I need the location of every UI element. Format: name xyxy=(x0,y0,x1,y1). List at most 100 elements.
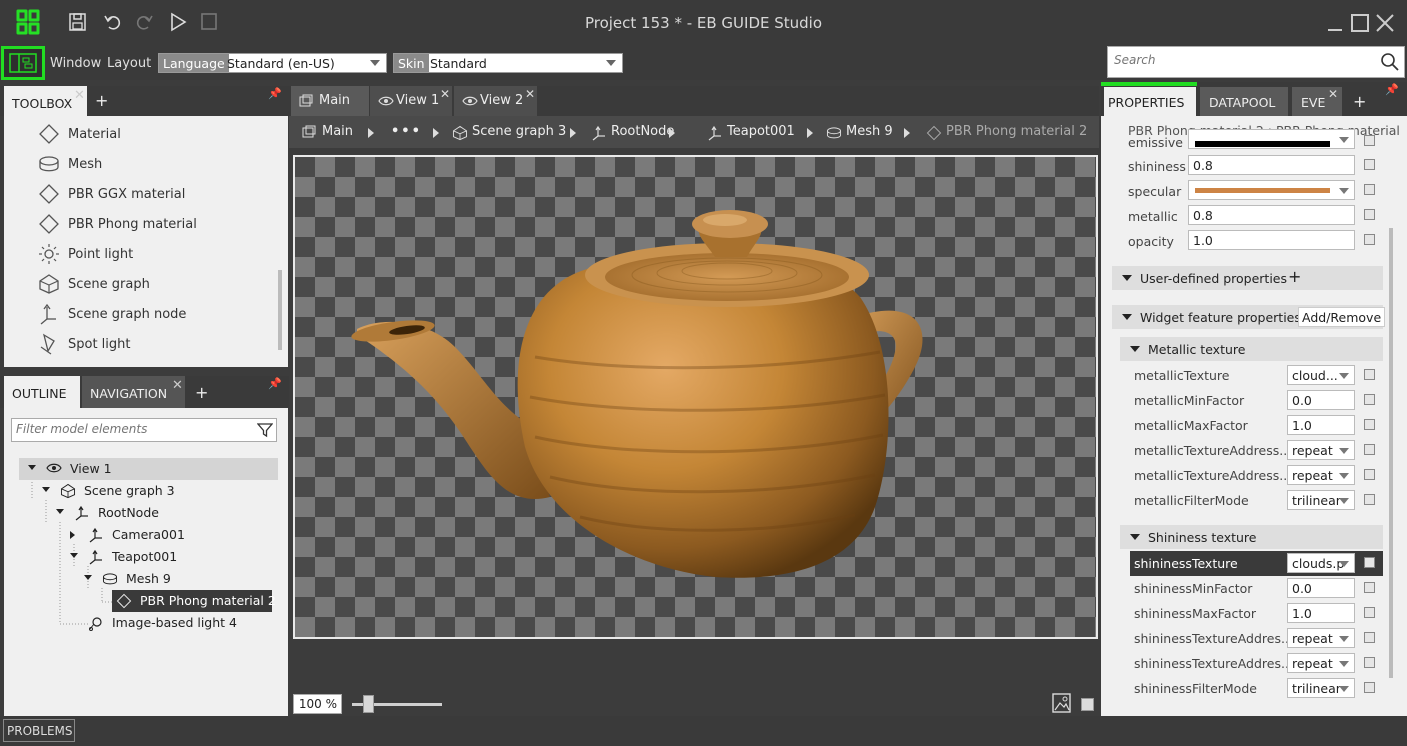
property-dropdown[interactable]: trilinear xyxy=(1287,490,1355,510)
chevron-down-icon[interactable] xyxy=(42,487,50,492)
pin-icon[interactable]: 📌 xyxy=(1385,83,1399,96)
scene-graph-node-icon xyxy=(38,303,60,325)
chevron-down-icon[interactable] xyxy=(84,575,92,580)
toolbox-scrollbar[interactable] xyxy=(278,270,282,350)
property-checkbox[interactable] xyxy=(1364,135,1375,146)
property-checkbox[interactable] xyxy=(1364,419,1375,430)
property-input[interactable]: 1.0 xyxy=(1188,230,1355,250)
property-checkbox[interactable] xyxy=(1364,557,1375,568)
breadcrumb-item[interactable]: Scene graph 3 xyxy=(452,124,576,142)
tree-item[interactable]: Image-based light 4 xyxy=(70,612,260,634)
metallic-texture-section[interactable]: Metallic texture xyxy=(1120,337,1383,361)
search-field[interactable] xyxy=(1107,46,1405,78)
chevron-down-icon[interactable] xyxy=(70,553,78,558)
property-checkbox[interactable] xyxy=(1364,234,1375,245)
property-dropdown[interactable]: repeat xyxy=(1287,653,1355,673)
close-icon[interactable]: ✕ xyxy=(1328,87,1338,101)
breadcrumb-item[interactable]: Teapot001 xyxy=(707,124,813,142)
tab-navigation[interactable]: NAVIGATION xyxy=(82,376,185,408)
zoom-input[interactable]: 100 % xyxy=(293,694,342,714)
pin-icon[interactable]: 📌 xyxy=(268,87,282,100)
breadcrumb-item[interactable]: Mesh 9 xyxy=(826,124,910,142)
property-checkbox[interactable] xyxy=(1364,607,1375,618)
menu-layout[interactable]: Layout xyxy=(107,56,151,71)
property-dropdown[interactable]: repeat xyxy=(1287,440,1355,460)
close-window-icon[interactable] xyxy=(1376,14,1394,32)
editor-tab[interactable]: View 2 ✕ xyxy=(454,86,537,116)
property-checkbox[interactable] xyxy=(1364,494,1375,505)
property-checkbox[interactable] xyxy=(1364,682,1375,693)
search-input[interactable] xyxy=(1114,53,1364,67)
language-tag: Language xyxy=(159,54,229,72)
add-tab-icon[interactable]: + xyxy=(195,383,208,402)
breadcrumb-item[interactable]: Main xyxy=(302,124,374,142)
widget-features-section[interactable]: Widget feature properties Add/Remove xyxy=(1112,305,1386,329)
close-icon[interactable]: ✕ xyxy=(440,87,450,101)
editor-tab[interactable]: Main xyxy=(291,86,369,116)
image-preview-icon[interactable] xyxy=(1051,692,1073,714)
tree-item[interactable]: PBR Phong material 2 xyxy=(98,590,276,612)
maximize-icon[interactable] xyxy=(1351,14,1369,32)
pin-icon[interactable]: 📌 xyxy=(268,377,282,390)
chevron-down-icon[interactable] xyxy=(28,465,36,470)
property-dropdown[interactable]: cloud... xyxy=(1287,365,1355,385)
breadcrumb-overflow[interactable]: ••• xyxy=(391,124,439,142)
property-checkbox[interactable] xyxy=(1364,394,1375,405)
property-checkbox[interactable] xyxy=(1364,469,1375,480)
language-select[interactable]: Language Standard (en-US) xyxy=(158,53,387,73)
add-tab-icon[interactable]: + xyxy=(1353,92,1366,111)
viewport-checkbox[interactable] xyxy=(1081,698,1094,711)
editor-tab[interactable]: View 1 ✕ xyxy=(370,86,452,116)
tab-outline[interactable]: OUTLINE xyxy=(4,376,80,408)
color-picker[interactable] xyxy=(1188,129,1355,149)
scene-viewport[interactable] xyxy=(293,155,1098,639)
close-icon[interactable]: ✕ xyxy=(525,87,535,101)
property-checkbox[interactable] xyxy=(1364,209,1375,220)
property-checkbox[interactable] xyxy=(1364,159,1375,170)
property-checkbox[interactable] xyxy=(1364,657,1375,668)
property-input[interactable]: 0.8 xyxy=(1188,205,1355,225)
add-remove-button[interactable]: Add/Remove xyxy=(1298,307,1386,327)
property-checkbox[interactable] xyxy=(1364,632,1375,643)
property-input[interactable]: 0.0 xyxy=(1287,578,1355,598)
close-icon[interactable]: ✕ xyxy=(172,378,183,393)
property-input[interactable]: 1.0 xyxy=(1287,415,1355,435)
property-dropdown[interactable]: repeat xyxy=(1287,465,1355,485)
property-input[interactable]: 0.0 xyxy=(1287,390,1355,410)
properties-tab[interactable]: PROPERTIES xyxy=(1104,87,1196,116)
property-dropdown[interactable]: repeat xyxy=(1287,628,1355,648)
add-property-icon[interactable]: + xyxy=(1288,267,1301,286)
breadcrumb-item[interactable]: RootNode xyxy=(591,124,675,142)
chevron-down-icon[interactable] xyxy=(56,509,64,514)
chevron-right-icon[interactable] xyxy=(70,531,75,539)
properties-scrollbar[interactable] xyxy=(1389,228,1393,678)
problems-button[interactable]: PROBLEMS xyxy=(3,719,75,742)
user-defined-section[interactable]: User-defined properties + xyxy=(1112,266,1383,290)
property-input[interactable]: 1.0 xyxy=(1287,603,1355,623)
breadcrumb-item[interactable]: PBR Phong material 2 xyxy=(926,124,1087,142)
property-input[interactable]: 0.8 xyxy=(1188,155,1355,175)
skin-select[interactable]: Skin Standard xyxy=(393,53,623,73)
search-icon[interactable] xyxy=(1380,52,1400,72)
tree-item[interactable]: Camera001 xyxy=(70,524,260,546)
tree-item[interactable]: Mesh 9 xyxy=(84,568,260,590)
tree-item[interactable]: Scene graph 3 xyxy=(42,480,260,502)
property-dropdown[interactable]: clouds.p xyxy=(1287,553,1355,573)
property-checkbox[interactable] xyxy=(1364,369,1375,380)
menu-window[interactable]: Window xyxy=(50,56,101,71)
color-picker[interactable] xyxy=(1188,180,1355,200)
property-checkbox[interactable] xyxy=(1364,582,1375,593)
property-dropdown[interactable]: trilinear xyxy=(1287,678,1355,698)
tree-item[interactable]: Teapot001 xyxy=(70,546,260,568)
minimize-icon[interactable] xyxy=(1326,14,1344,32)
layout-toggle-button[interactable] xyxy=(1,46,45,80)
tree-item[interactable]: RootNode xyxy=(56,502,260,524)
properties-tab[interactable]: DATAPOOL xyxy=(1200,87,1288,116)
shininess-texture-section[interactable]: Shininess texture xyxy=(1120,525,1383,549)
property-checkbox[interactable] xyxy=(1364,444,1375,455)
add-tab-icon[interactable]: + xyxy=(95,91,108,110)
zoom-slider-handle[interactable] xyxy=(363,695,374,713)
tree-item[interactable]: View 1 xyxy=(28,458,260,480)
property-checkbox[interactable] xyxy=(1364,184,1375,195)
close-icon[interactable]: ✕ xyxy=(74,88,85,103)
